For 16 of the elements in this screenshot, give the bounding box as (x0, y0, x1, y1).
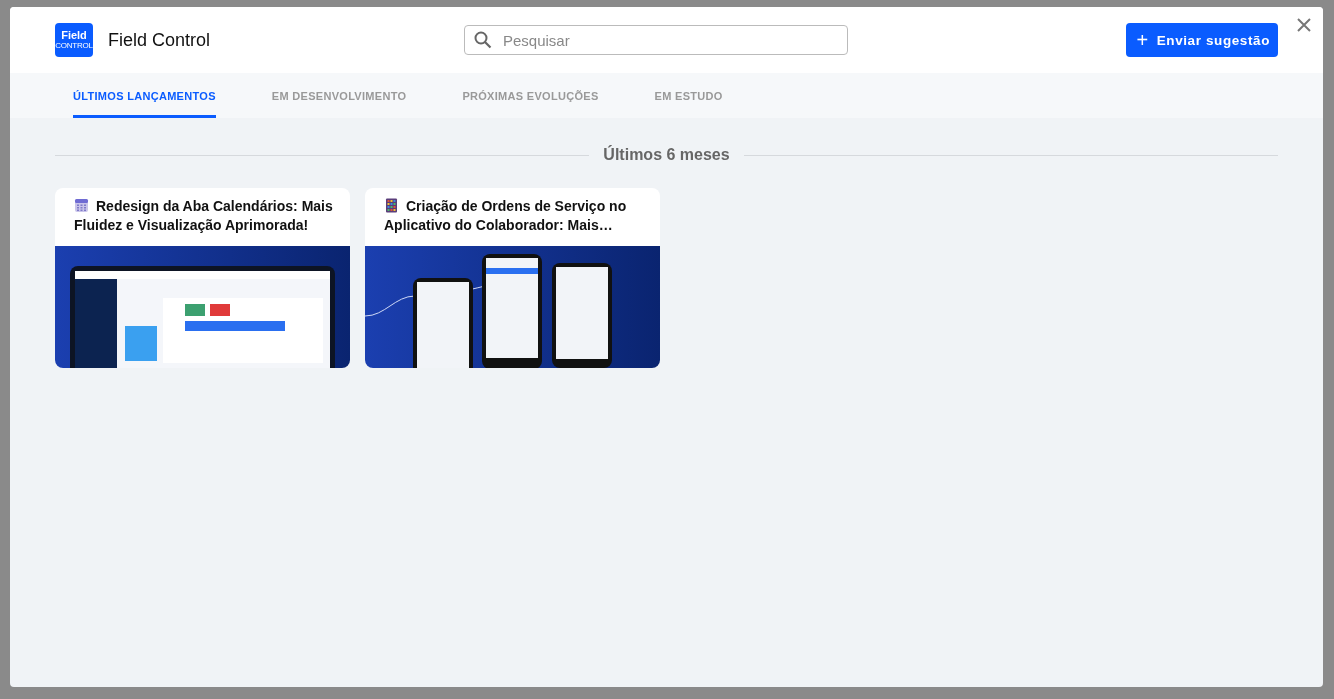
tab[interactable]: EM DESENVOLVIMENTO (271, 73, 407, 118)
send-suggestion-button[interactable]: + Enviar sugestão (1126, 23, 1278, 57)
close-icon[interactable] (1296, 17, 1312, 33)
app-title: Field Control (108, 29, 212, 51)
search-field[interactable]: Pesquisar (464, 25, 848, 55)
card-title: Criação de Ordens de Serviço no Aplicativo do Colaborador: Mais… (383, 197, 628, 235)
tab[interactable]: ÚLTIMOS LANÇAMENTOS (73, 73, 216, 118)
tab[interactable]: EM ESTUDO (654, 73, 723, 118)
tab[interactable]: PRÓXIMAS EVOLUÇÕES (462, 73, 599, 118)
release-card[interactable]: Criação de Ordens de Serviço no Aplicativo do Colaborador: Mais… (365, 188, 660, 368)
card-title: Redesign da Aba Calendários: Mais Fluidez e Visualização Aprimorada! (73, 197, 334, 235)
abacus-icon (384, 198, 399, 213)
calendar-icon (74, 198, 89, 213)
section-title: Últimos 6 meses (603, 146, 730, 164)
logo: Field CONTROL (55, 23, 93, 57)
release-card[interactable]: Redesign da Aba Calendários: Mais Fluidez e Visualização Aprimorada! (55, 188, 350, 368)
